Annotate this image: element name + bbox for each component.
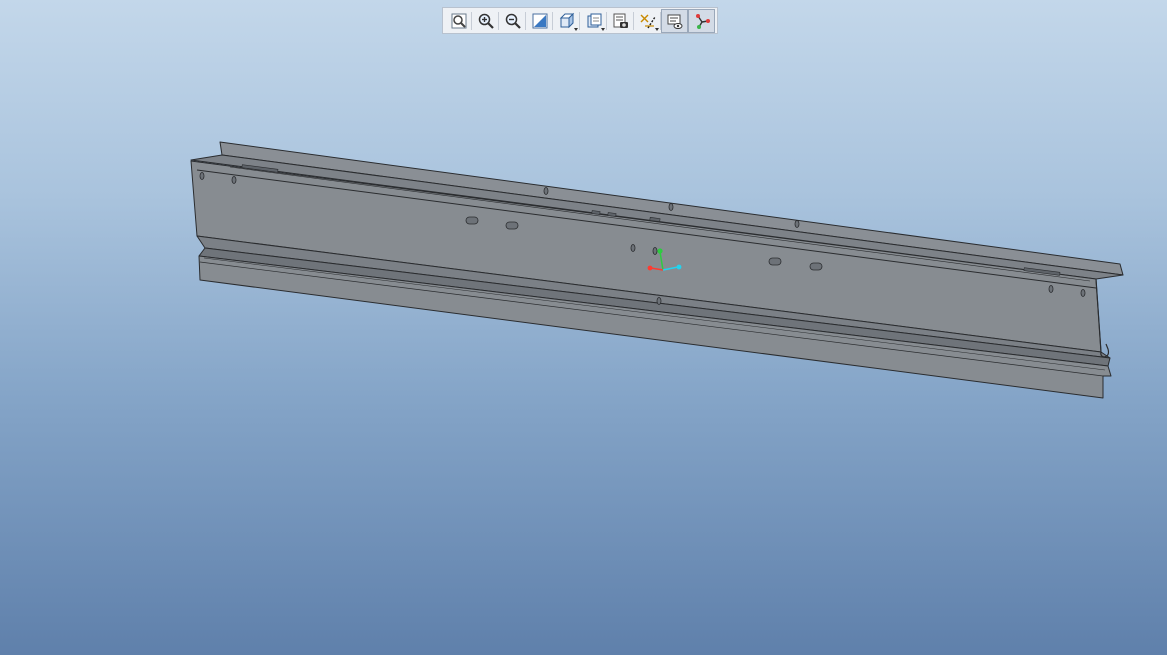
graphics-viewport[interactable] — [0, 0, 1167, 655]
csys-x-endpoint — [647, 265, 653, 271]
sheet-metal-rail-part[interactable] — [190, 141, 1124, 399]
csys-y-endpoint — [657, 248, 663, 254]
csys-z-endpoint — [676, 264, 682, 270]
